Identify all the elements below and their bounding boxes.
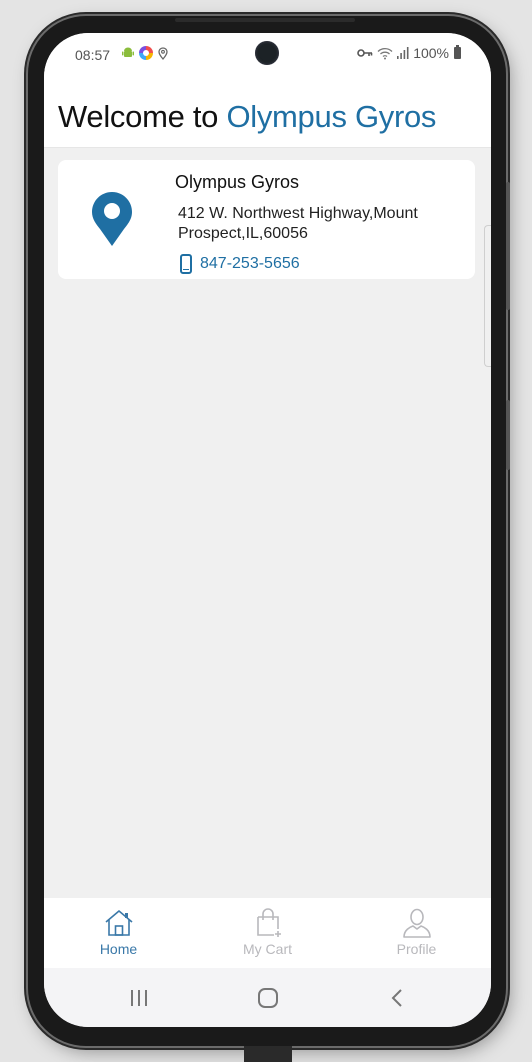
shopping-bag-icon bbox=[256, 908, 281, 937]
signal-icon bbox=[397, 47, 409, 59]
mobile-phone-icon bbox=[180, 254, 192, 274]
system-home-button[interactable] bbox=[248, 978, 288, 1018]
android-icon bbox=[122, 47, 134, 57]
notification-icons bbox=[122, 46, 168, 60]
system-navigation-bar bbox=[44, 968, 491, 1027]
battery-percentage: 100% bbox=[413, 45, 449, 61]
status-bar: 08:57 100% bbox=[44, 33, 491, 77]
battery-icon bbox=[454, 45, 461, 59]
store-name: Olympus Gyros bbox=[175, 172, 300, 192]
page-title: Welcome to Olympus Gyros bbox=[58, 99, 436, 135]
recent-apps-button[interactable] bbox=[119, 978, 159, 1018]
home-icon bbox=[104, 910, 133, 936]
nav-item-profile[interactable]: Profile bbox=[342, 898, 491, 968]
location-icon bbox=[158, 46, 168, 60]
system-home-icon bbox=[257, 987, 278, 1008]
nav-item-home[interactable]: Home bbox=[44, 898, 193, 968]
store-card[interactable]: Olympus Gyros 412 W. Northwest Highway,M… bbox=[58, 160, 475, 279]
phone-speaker-grille bbox=[175, 18, 355, 22]
store-address: 412 W. Northwest Highway,Mount Prospect,… bbox=[178, 205, 418, 242]
volume-button bbox=[506, 182, 510, 310]
usb-cable bbox=[244, 1046, 292, 1062]
key-icon bbox=[357, 49, 373, 57]
nav-item-my-cart[interactable]: My Cart bbox=[193, 898, 342, 968]
power-button bbox=[506, 400, 510, 470]
status-time: 08:57 bbox=[75, 47, 111, 63]
brand-name: Olympus Gyros bbox=[226, 99, 437, 134]
app-icon bbox=[139, 46, 153, 60]
front-camera bbox=[255, 41, 279, 65]
user-icon bbox=[402, 908, 431, 938]
nav-label-my-cart: My Cart bbox=[243, 941, 292, 957]
welcome-text: Welcome to bbox=[58, 99, 219, 134]
store-phone-link[interactable]: 847-253-5656 bbox=[180, 254, 300, 274]
system-status-icons: 100% bbox=[357, 45, 461, 61]
wifi-icon bbox=[377, 47, 393, 59]
nav-label-profile: Profile bbox=[396, 941, 437, 957]
recent-apps-icon bbox=[130, 989, 147, 1006]
phone-screen: 08:57 100% Welcome to Olympus Gyros Olym… bbox=[44, 33, 491, 1027]
store-phone-number: 847-253-5656 bbox=[200, 255, 300, 272]
bottom-navigation: Home My Cart Profile bbox=[44, 898, 491, 968]
map-pin-icon bbox=[92, 192, 132, 246]
nav-label-home: Home bbox=[99, 941, 138, 957]
scroll-indicator[interactable] bbox=[484, 225, 491, 367]
back-button[interactable] bbox=[377, 978, 417, 1018]
app-header: Welcome to Olympus Gyros bbox=[44, 77, 491, 148]
back-chevron-icon bbox=[391, 988, 402, 1007]
